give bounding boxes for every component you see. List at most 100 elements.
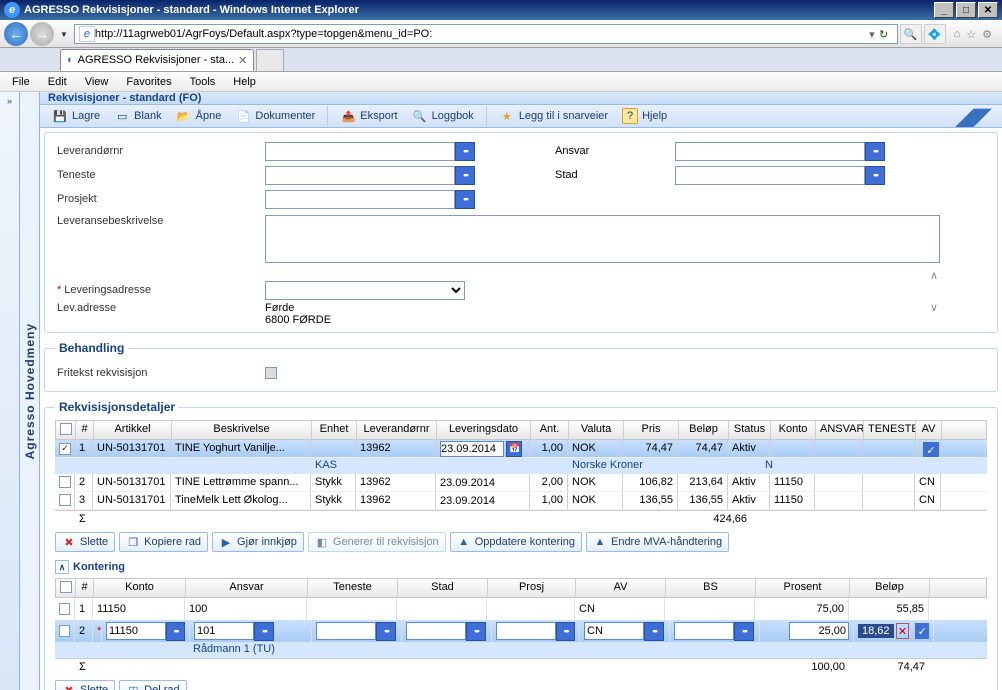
delete-button[interactable]: ✖Slette (55, 532, 115, 552)
menu-favorites[interactable]: Favorites (118, 74, 179, 90)
side-panel[interactable]: Agresso Hovedmeny (20, 92, 40, 690)
shortcut-button[interactable]: ★Legg til i snarveier (493, 105, 614, 127)
stad-lookup[interactable]: ••• (865, 166, 885, 185)
address-input[interactable] (95, 28, 869, 40)
make-purchase-button[interactable]: ▶Gjør innkjøp (212, 532, 304, 552)
row-delete-icon[interactable]: ✕ (896, 623, 910, 639)
close-button[interactable]: ✕ (978, 2, 998, 18)
search-button[interactable]: 🔍 (900, 24, 922, 44)
delete-icon: ✖ (62, 535, 76, 549)
row-checkbox[interactable] (59, 494, 71, 506)
forward-button[interactable]: → (30, 22, 54, 46)
toolbar-separator (327, 106, 328, 126)
menu-help[interactable]: Help (225, 74, 264, 90)
kontering-grid-header: # Konto Ansvar Teneste Stad Prosj AV BS … (55, 578, 987, 598)
minimize-button[interactable]: _ (934, 2, 954, 18)
cell-lookup[interactable]: ••• (644, 622, 664, 641)
row-apply-icon[interactable]: ✓ (923, 442, 939, 457)
row-checkbox[interactable] (59, 625, 70, 637)
menu-file[interactable]: File (4, 74, 38, 90)
cell-input[interactable] (106, 622, 166, 640)
cell-lookup[interactable]: ••• (734, 622, 754, 641)
ansvar-lookup[interactable]: ••• (865, 142, 885, 161)
detaljer-grid-header: # Artikkel Beskrivelse Enhet Leverandørn… (55, 420, 987, 440)
sidebar-collapse-strip[interactable]: » (0, 92, 20, 690)
menu-edit[interactable]: Edit (40, 74, 75, 90)
cell-lookup[interactable]: ••• (254, 622, 274, 641)
documents-button[interactable]: 📄Dokumenter (229, 105, 321, 127)
cell-input[interactable] (584, 622, 644, 640)
update-kontering-button[interactable]: ▲Oppdatere kontering (450, 532, 582, 552)
kontering-row[interactable]: 111150100CN75,0055,85 (55, 598, 987, 620)
save-button[interactable]: 💾Lagre (46, 105, 106, 127)
leveransebeskrivelse-input[interactable] (265, 215, 940, 263)
behandling-legend: Behandling (55, 341, 128, 355)
browser-tab[interactable]: ◐ AGRESSO Rekvisisjoner - sta... ✕ (60, 49, 254, 71)
calendar-icon[interactable]: 📅 (506, 441, 522, 457)
row-checkbox[interactable] (59, 603, 70, 615)
compat-button[interactable]: 💠 (924, 24, 946, 44)
save-icon: 💾 (52, 108, 68, 124)
cell-lookup[interactable]: ••• (376, 622, 396, 641)
tools-dropdown-icon[interactable]: ⚙ (982, 28, 992, 41)
leverandornr-input[interactable] (265, 142, 455, 161)
tab-close-icon[interactable]: ✕ (238, 54, 247, 67)
prosjekt-lookup[interactable]: ••• (455, 190, 475, 209)
teneste-lookup[interactable]: ••• (455, 166, 475, 185)
table-row[interactable]: 3UN-50131701TineMelk Lett Økolog...Stykk… (55, 492, 987, 510)
nav-history-dropdown[interactable]: ▼ (56, 30, 72, 39)
menu-tools[interactable]: Tools (182, 74, 224, 90)
row-checkbox[interactable] (59, 476, 71, 488)
go-button[interactable]: ↻ (875, 25, 893, 43)
help-button[interactable]: ?Hjelp (616, 105, 673, 127)
generate-button[interactable]: ◧Generer til rekvisisjon (308, 532, 446, 552)
cell-lookup[interactable]: ••• (166, 622, 185, 641)
export-icon: 📤 (340, 108, 356, 124)
new-tab-button[interactable] (256, 49, 284, 71)
cart-icon: ▶ (219, 535, 233, 549)
cell-input[interactable] (316, 622, 376, 640)
table-row[interactable]: 2UN-50131701TINE Lettrømme spann...Stykk… (55, 474, 987, 492)
prosjekt-input[interactable] (265, 190, 455, 209)
address-bar[interactable]: e ▾ ↻ (74, 24, 898, 44)
copy-row-button[interactable]: ❐Kopiere rad (119, 532, 208, 552)
page-header: Rekvisisjoner - standard (FO) (40, 92, 1002, 105)
leveringsadresse-select[interactable] (265, 281, 465, 300)
select-all-checkbox[interactable] (60, 423, 72, 435)
open-button[interactable]: 📂Åpne (170, 105, 228, 127)
split-row-button[interactable]: ◫Del rad (119, 680, 186, 690)
table-row[interactable]: ✓1UN-50131701TINE Yoghurt Vanilje...1396… (55, 440, 987, 458)
export-button[interactable]: 📤Eksport (334, 105, 403, 127)
kont-delete-button[interactable]: ✖Slette (55, 680, 115, 690)
kont-select-all[interactable] (60, 581, 72, 593)
leverandornr-label: Leverandørnr (55, 145, 265, 157)
menu-view[interactable]: View (77, 74, 117, 90)
cell-lookup[interactable]: ••• (556, 622, 575, 641)
help-icon: ? (622, 108, 638, 124)
kontering-row[interactable]: 2*•••••••••••••••••••••18,62✕✓ (55, 620, 987, 642)
leverandornr-lookup[interactable]: ••• (455, 142, 475, 161)
back-button[interactable]: ← (4, 22, 28, 46)
favorites-icon[interactable]: ☆ (966, 28, 976, 41)
cell-input[interactable] (674, 622, 734, 640)
main-form: Leverandørnr ••• Ansvar ••• Teneste ••• … (44, 132, 998, 333)
blank-button[interactable]: ▭Blank (108, 105, 168, 127)
maximize-button[interactable]: □ (956, 2, 976, 18)
cell-lookup[interactable]: ••• (466, 622, 486, 641)
row-apply-icon[interactable]: ✓ (915, 623, 929, 639)
prosent-input[interactable] (789, 622, 849, 640)
fritekst-checkbox[interactable] (265, 367, 277, 379)
home-icon[interactable]: ⌂ (954, 28, 961, 41)
change-mva-button[interactable]: ▲Endre MVA-håndtering (586, 532, 729, 552)
cell-input[interactable] (406, 622, 466, 640)
kontering-header[interactable]: ∧ Kontering (55, 556, 987, 578)
stad-input[interactable] (675, 166, 865, 185)
textarea-scroll[interactable]: ∧∨ (930, 266, 938, 317)
teneste-input[interactable] (265, 166, 455, 185)
belop-value[interactable]: 18,62 (858, 624, 894, 638)
cell-input[interactable] (194, 622, 254, 640)
logbook-button[interactable]: 🔍Loggbok (406, 105, 480, 127)
cell-input[interactable] (496, 622, 556, 640)
row-checkbox[interactable]: ✓ (59, 443, 71, 455)
ansvar-input[interactable] (675, 142, 865, 161)
